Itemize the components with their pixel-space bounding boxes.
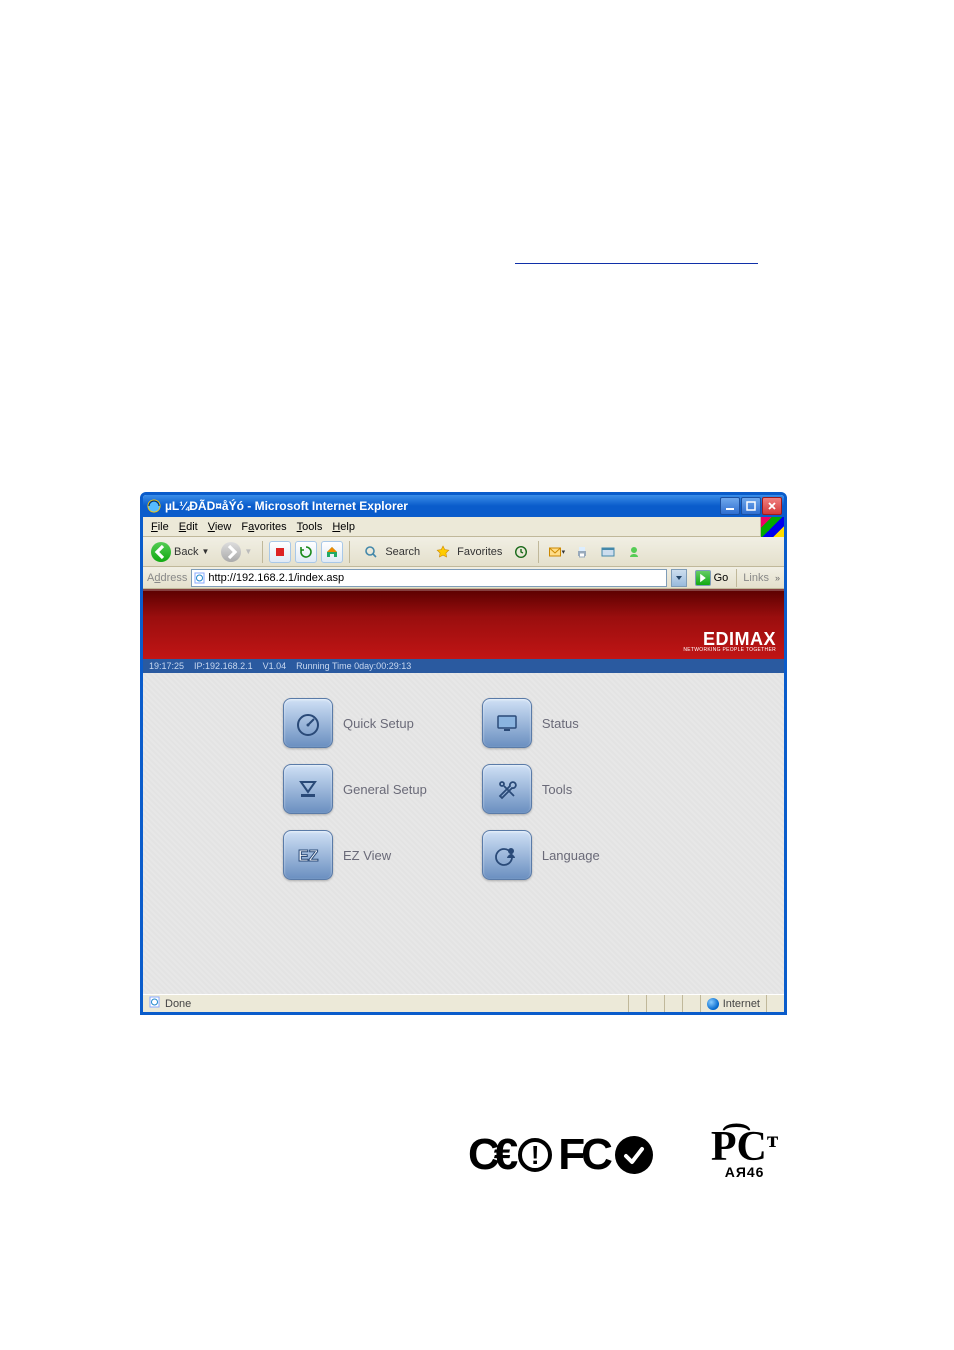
chevron-down-icon: ▼ [244, 547, 252, 556]
status-time: 19:17:25 [149, 661, 184, 671]
forward-icon [221, 542, 241, 562]
messenger-button[interactable] [623, 541, 645, 563]
status-cell [766, 995, 784, 1012]
close-button[interactable] [762, 497, 782, 515]
status-cell [646, 995, 664, 1012]
status-running: Running Time 0day:00:29:13 [296, 661, 411, 671]
back-button[interactable]: Back ▼ [147, 540, 213, 564]
main-menu-grid: Quick Setup Status General Setup Tools [143, 673, 784, 994]
mail-button[interactable]: ▾ [545, 541, 567, 563]
url-text: http://192.168.2.1/index.asp [208, 572, 663, 584]
page-done-icon [149, 996, 161, 1011]
address-bar: Address http://192.168.2.1/index.asp Go … [143, 567, 784, 589]
status-cell [682, 995, 700, 1012]
search-button[interactable]: Search [356, 539, 424, 565]
exclamation-mark-icon: ! [518, 1138, 552, 1172]
globe-icon [707, 998, 719, 1010]
links-label[interactable]: Links [741, 572, 771, 584]
brand-logo: EDIMAX NETWORKING PEOPLE TOGETHER [683, 630, 776, 653]
search-icon [360, 541, 382, 563]
forward-button[interactable]: ▼ [217, 540, 256, 564]
speedometer-icon [283, 698, 333, 748]
status-done: Done [143, 996, 197, 1011]
tile-tools[interactable]: Tools [482, 764, 600, 814]
underline-rule [515, 263, 758, 264]
certification-logos: C€ ! FC P͡Cт АЯ46 [468, 1130, 778, 1180]
fcc-mark-icon: FC [558, 1130, 609, 1180]
tile-general-setup[interactable]: General Setup [283, 764, 427, 814]
address-dropdown[interactable] [671, 569, 687, 587]
maximize-button[interactable] [741, 497, 761, 515]
ie-window: µL¼ÐÃD¤åÝó - Microsoft Internet Explorer… [140, 492, 787, 1015]
pct-mark-icon: P͡Cт АЯ46 [711, 1130, 778, 1180]
tile-language[interactable]: Language [482, 830, 600, 880]
home-button[interactable] [321, 541, 343, 563]
tile-status[interactable]: Status [482, 698, 600, 748]
ce-mark-icon: C€ [468, 1130, 512, 1180]
print-button[interactable] [571, 541, 593, 563]
app-status-strip: 19:17:25 IP:192.168.2.1 V1.04 Running Ti… [143, 659, 784, 673]
edit-button[interactable] [597, 541, 619, 563]
links-chevron-icon[interactable]: » [775, 573, 780, 583]
status-cell [664, 995, 682, 1012]
menu-favorites[interactable]: Favorites [237, 520, 290, 534]
address-input[interactable]: http://192.168.2.1/index.asp [191, 569, 666, 587]
refresh-button[interactable] [295, 541, 317, 563]
svg-text:EZ: EZ [298, 848, 319, 865]
minimize-button[interactable] [720, 497, 740, 515]
menu-tools[interactable]: Tools [293, 520, 327, 534]
status-cell [628, 995, 646, 1012]
status-ip: IP:192.168.2.1 [194, 661, 253, 671]
menu-view[interactable]: View [204, 520, 236, 534]
stop-button[interactable] [269, 541, 291, 563]
person-globe-icon [482, 830, 532, 880]
ez-icon: EZ [283, 830, 333, 880]
star-icon [432, 541, 454, 563]
tools-icon [482, 764, 532, 814]
tile-ez-view[interactable]: EZ EZ View [283, 830, 427, 880]
tile-quick-setup[interactable]: Quick Setup [283, 698, 427, 748]
toolbar: Back ▼ ▼ Search Favorites ▾ [143, 537, 784, 567]
window-title: µL¼ÐÃD¤åÝó - Microsoft Internet Explorer [165, 499, 408, 513]
chevron-down-icon: ▼ [201, 547, 209, 556]
go-icon [695, 570, 711, 586]
c-tick-icon [615, 1136, 653, 1174]
ie-status-bar: Done Internet [143, 994, 784, 1012]
menu-file[interactable]: File [147, 520, 173, 534]
window-titlebar[interactable]: µL¼ÐÃD¤åÝó - Microsoft Internet Explorer [143, 495, 784, 517]
page-icon [194, 572, 206, 584]
download-icon [283, 764, 333, 814]
ie-icon [147, 499, 161, 513]
menu-bar: File Edit View Favorites Tools Help [143, 517, 784, 537]
menu-help[interactable]: Help [328, 520, 359, 534]
page-content: EDIMAX NETWORKING PEOPLE TOGETHER 19:17:… [143, 589, 784, 994]
brand-banner: EDIMAX NETWORKING PEOPLE TOGETHER [143, 589, 784, 659]
security-zone: Internet [700, 995, 766, 1012]
back-icon [151, 542, 171, 562]
monitor-icon [482, 698, 532, 748]
favorites-button[interactable]: Favorites [428, 539, 506, 565]
go-button[interactable]: Go [691, 570, 733, 586]
history-button[interactable] [510, 541, 532, 563]
windows-flag-icon [760, 517, 784, 537]
menu-edit[interactable]: Edit [175, 520, 202, 534]
status-version: V1.04 [263, 661, 287, 671]
